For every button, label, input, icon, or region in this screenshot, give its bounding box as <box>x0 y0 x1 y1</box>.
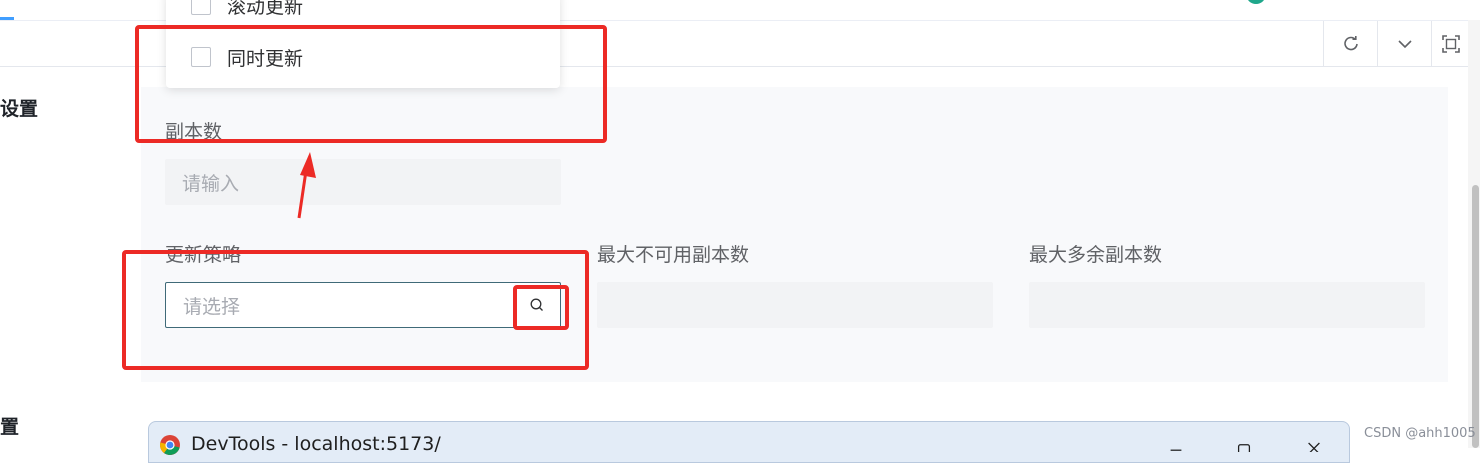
option-label: 滚动更新 <box>227 0 304 18</box>
minimize-button[interactable] <box>1161 428 1191 458</box>
close-icon <box>1308 442 1320 452</box>
section-title-next: 置 <box>0 416 20 438</box>
refresh-button[interactable] <box>1323 21 1378 66</box>
chevron-down-icon <box>1398 39 1412 48</box>
active-tab-indicator <box>0 17 14 20</box>
annotation-box-dropdown <box>135 25 607 143</box>
max-surge-input[interactable] <box>1029 282 1425 328</box>
annotation-arrow-icon <box>297 152 316 219</box>
minimize-icon <box>1170 449 1182 451</box>
section-title-settings: 设置 <box>0 98 39 120</box>
maximize-icon <box>1237 444 1251 452</box>
status-indicator <box>1246 0 1266 4</box>
fullscreen-button[interactable] <box>1431 21 1469 66</box>
maximize-button[interactable] <box>1229 428 1259 458</box>
chrome-icon <box>160 435 180 455</box>
annotation-box-search-button <box>513 285 569 330</box>
watermark: CSDN @ahh1005 <box>1364 426 1476 441</box>
collapse-button[interactable] <box>1377 21 1432 66</box>
close-button[interactable] <box>1299 428 1329 458</box>
replicas-input[interactable]: 请输入 <box>165 159 561 205</box>
max-unavailable-label: 最大不可用副本数 <box>597 244 750 266</box>
max-surge-label: 最大多余副本数 <box>1029 244 1163 266</box>
checkbox[interactable] <box>191 0 211 15</box>
replicas-placeholder: 请输入 <box>182 172 240 195</box>
window-title: DevTools - localhost:5173/ <box>191 433 441 455</box>
refresh-icon <box>1344 35 1358 50</box>
scrollbar-thumb[interactable] <box>1472 185 1479 448</box>
dropdown-option-rolling-update[interactable]: 滚动更新 <box>166 0 560 28</box>
fullscreen-icon <box>1441 34 1460 53</box>
devtools-window-titlebar[interactable]: DevTools - localhost:5173/ <box>148 421 1350 463</box>
max-unavailable-input[interactable] <box>597 282 993 328</box>
